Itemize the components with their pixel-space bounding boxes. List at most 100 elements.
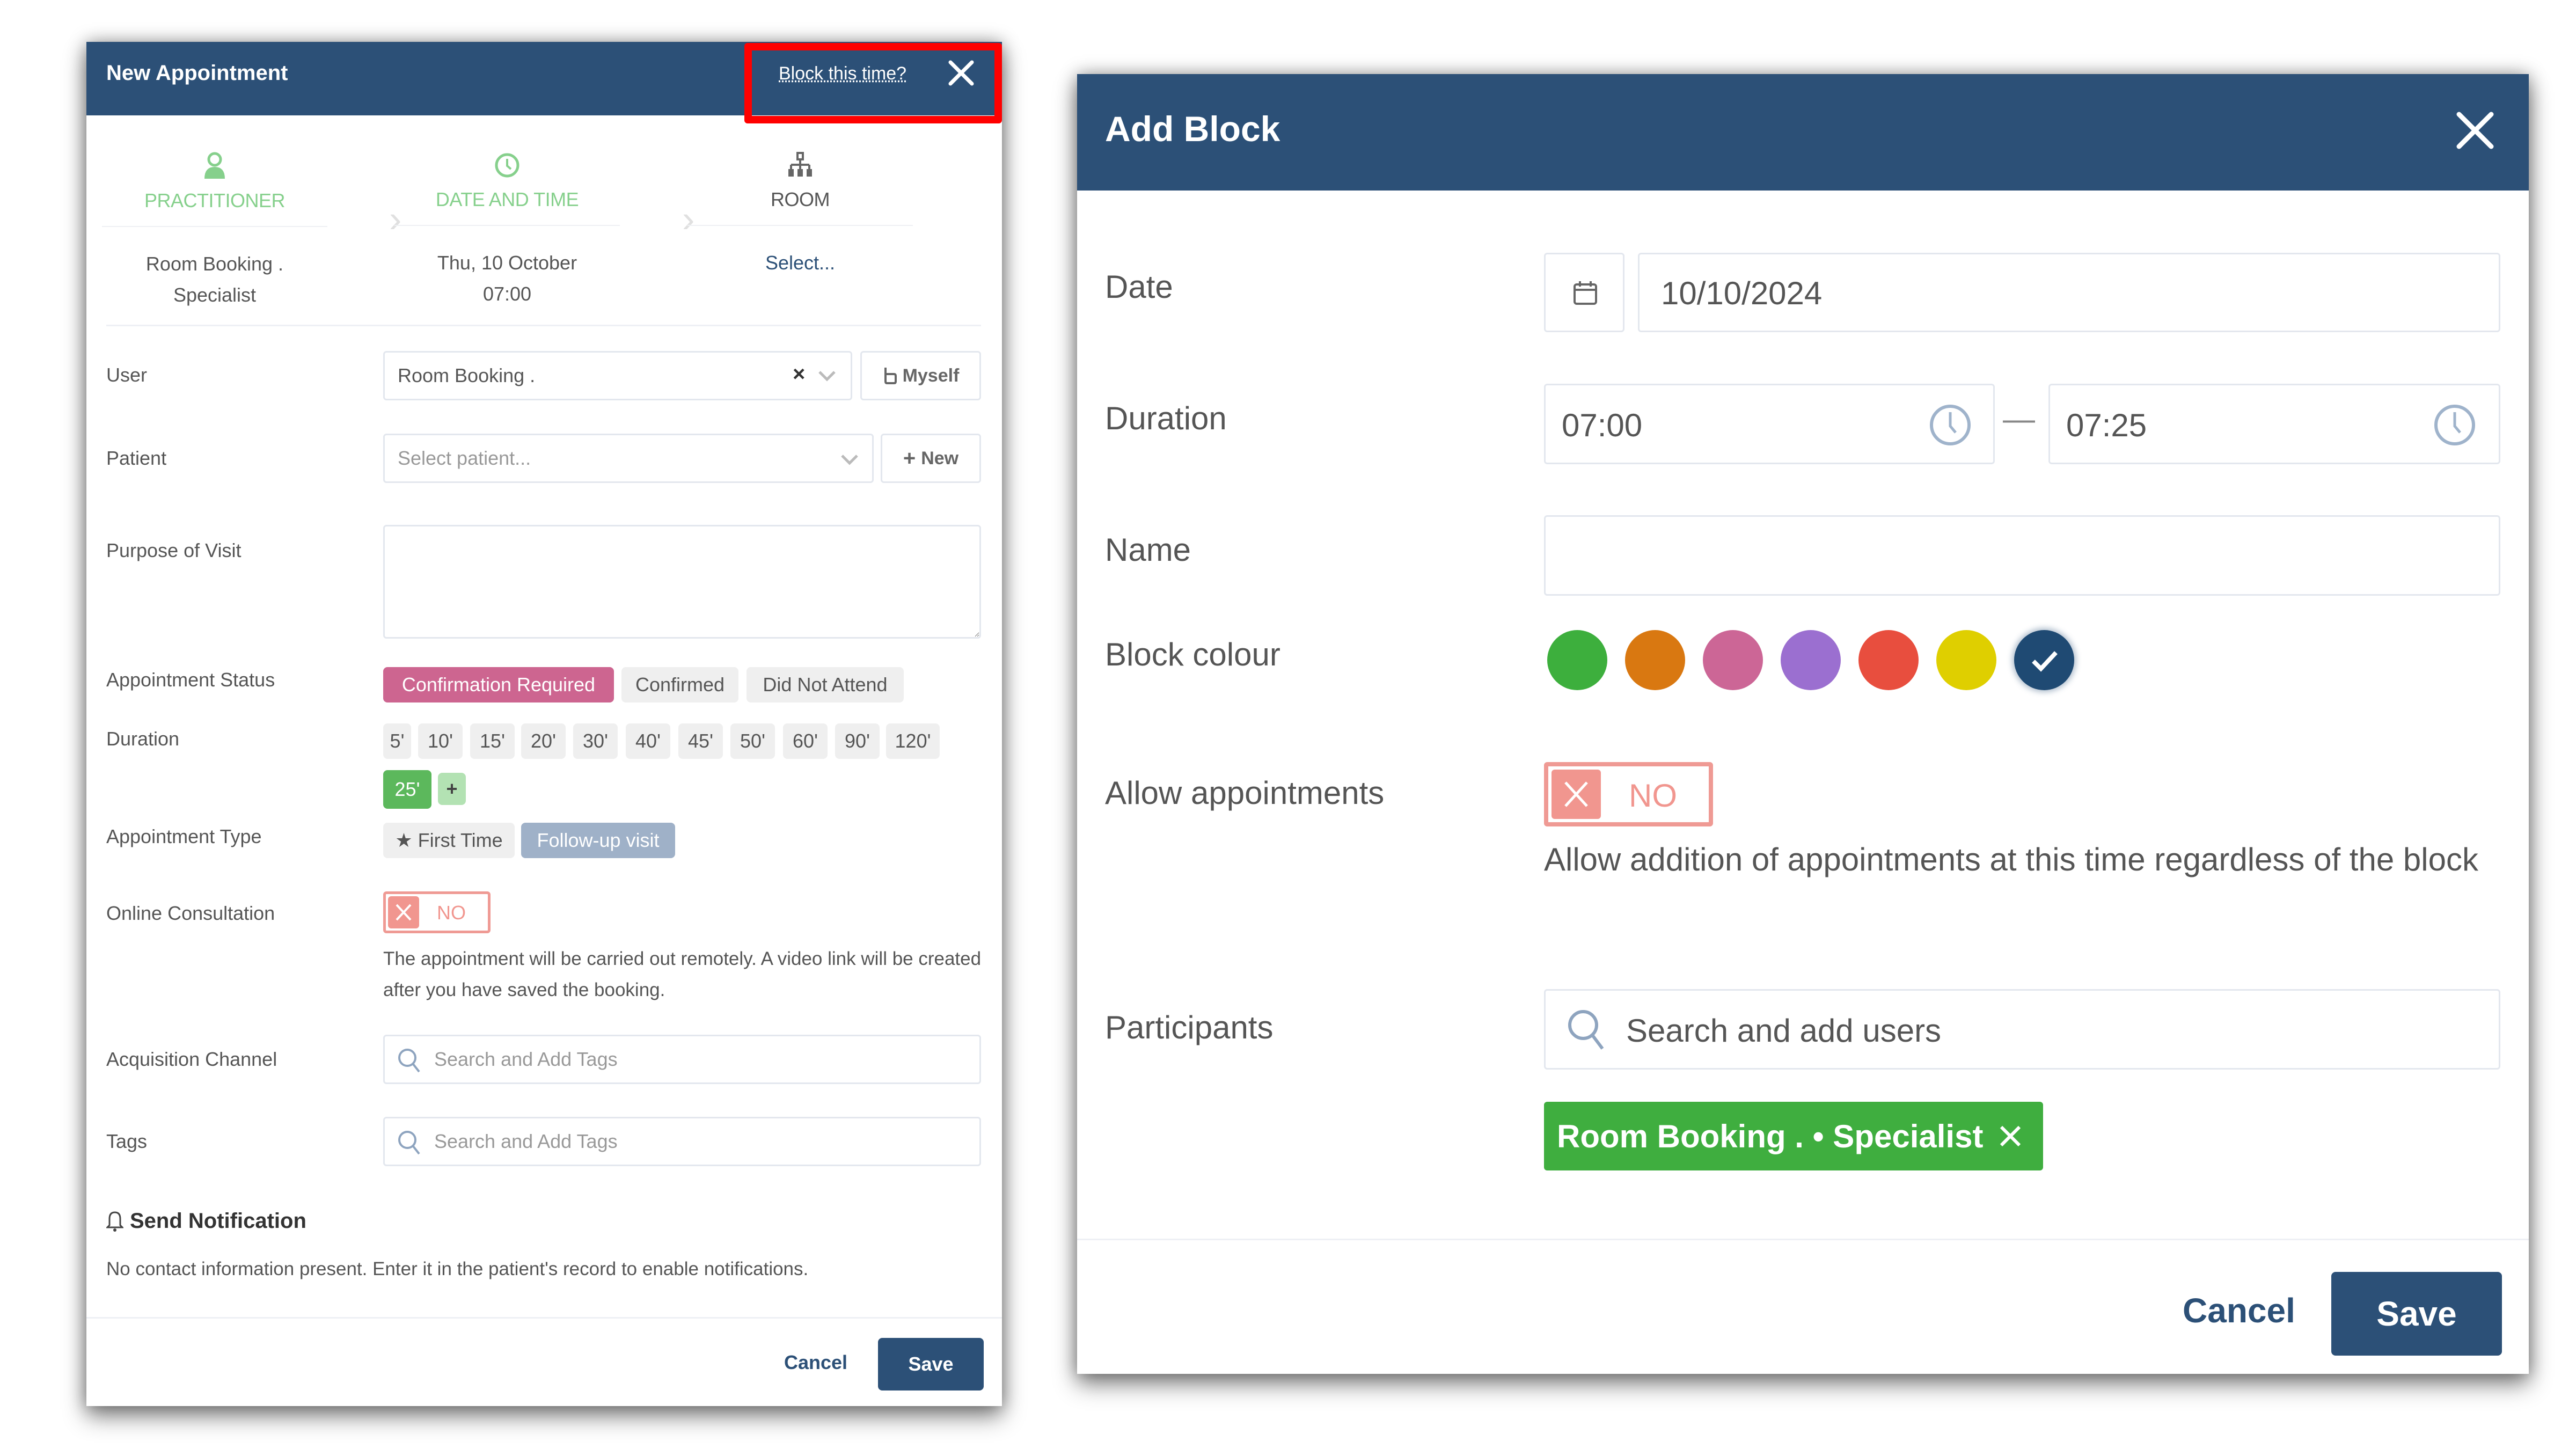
footer-divider (86, 1317, 1002, 1319)
myself-button-label: Myself (902, 365, 960, 386)
duration-option[interactable]: 30' (573, 723, 618, 759)
close-icon[interactable] (2451, 106, 2499, 155)
tags-input[interactable]: Search and Add Tags (383, 1117, 981, 1166)
new-appointment-modal: New Appointment Block this time? PRACTIT… (86, 42, 1002, 1406)
modal-title: New Appointment (106, 61, 288, 85)
step-date-time[interactable]: DATE AND TIME Thu, 10 October 07:00 (384, 152, 631, 310)
duration-option[interactable]: 50' (730, 723, 775, 759)
toggle-knob (1552, 770, 1601, 819)
colour-swatch[interactable] (1858, 630, 1919, 690)
remove-icon[interactable] (1996, 1122, 2025, 1151)
status-label: Appointment Status (106, 669, 275, 691)
duration-label: Duration (106, 728, 180, 750)
x-icon (1564, 781, 1588, 807)
new-patient-button[interactable]: + New (881, 434, 981, 483)
status-confirmation-required[interactable]: Confirmation Required (383, 667, 614, 702)
step-value: Thu, 10 October 07:00 (384, 247, 631, 310)
colour-swatch[interactable] (1936, 630, 1996, 690)
duration-custom-selected[interactable]: 25' (383, 770, 431, 809)
step-divider (394, 225, 620, 226)
clock-icon[interactable] (1928, 402, 1973, 448)
duration-option[interactable]: 60' (783, 723, 828, 759)
duration-option[interactable]: 120' (886, 723, 940, 759)
participants-placeholder: Search and add users (1626, 1013, 1942, 1049)
colour-swatch[interactable] (2014, 630, 2074, 690)
cancel-button[interactable]: Cancel (784, 1351, 847, 1374)
block-this-time-link[interactable]: Block this time? (779, 63, 906, 84)
duration-option[interactable]: 10' (418, 723, 463, 759)
toggle-text: NO (437, 902, 466, 924)
search-icon (398, 1049, 420, 1073)
calendar-button[interactable] (1544, 253, 1624, 332)
modal-title: Add Block (1105, 109, 1280, 149)
date-value: 10/10/2024 (1661, 275, 1823, 311)
cancel-button[interactable]: Cancel (2183, 1291, 2295, 1330)
add-duration-button[interactable]: + (438, 773, 466, 805)
end-time-input[interactable]: 07:25 (2048, 384, 2500, 464)
colour-swatch[interactable] (1781, 630, 1841, 690)
name-label: Name (1105, 532, 1191, 568)
search-icon (1568, 1010, 1604, 1050)
time-range-separator: — (2003, 401, 2035, 437)
duration-option[interactable]: 90' (835, 723, 880, 759)
allow-appointments-help: Allow addition of appointments at this t… (1544, 841, 2478, 877)
step-label: DATE AND TIME (435, 188, 579, 210)
save-button[interactable]: Save (2331, 1272, 2502, 1356)
room-select-link[interactable]: Select... (677, 247, 924, 279)
participants-search-input[interactable]: Search and add users (1544, 989, 2500, 1070)
start-time-value: 07:00 (1562, 407, 1643, 443)
hand-pointer-icon (884, 368, 897, 384)
allow-appointments-toggle[interactable]: NO (1544, 762, 1713, 826)
step-practitioner[interactable]: PRACTITIONER Room Booking . Specialist (91, 152, 338, 311)
status-did-not-attend[interactable]: Did Not Attend (747, 667, 904, 702)
chevron-down-icon[interactable] (817, 369, 837, 383)
participants-label: Participants (1105, 1009, 1274, 1045)
colour-swatch[interactable] (1547, 630, 1607, 690)
user-select[interactable]: Room Booking . × (383, 351, 852, 400)
start-time-input[interactable]: 07:00 (1544, 384, 1995, 464)
step-room[interactable]: ROOM Select... (677, 152, 924, 279)
step-value: Room Booking . Specialist (91, 248, 338, 311)
duration-option[interactable]: 45' (678, 723, 723, 759)
notification-info: No contact information present. Enter it… (106, 1258, 809, 1279)
colour-swatch[interactable] (1703, 630, 1763, 690)
send-notification-title: Send Notification (130, 1209, 306, 1233)
add-block-modal: Add Block Date 10/10/2024 Duration 07:00… (1077, 74, 2529, 1374)
modal-header (1077, 74, 2529, 191)
acquisition-channel-placeholder: Search and Add Tags (434, 1048, 618, 1070)
online-consultation-help: The appointment will be carried out remo… (383, 948, 982, 1000)
date-input[interactable]: 10/10/2024 (1638, 253, 2500, 332)
step-label: PRACTITIONER (144, 189, 286, 211)
clock-icon (495, 153, 519, 178)
step-value-line: Thu, 10 October (437, 252, 577, 274)
duration-option[interactable]: 5' (383, 723, 411, 759)
status-confirmed[interactable]: Confirmed (621, 667, 738, 702)
sitemap-icon (788, 152, 812, 177)
myself-button[interactable]: Myself (860, 351, 981, 400)
duration-option[interactable]: 40' (626, 723, 670, 759)
clock-icon[interactable] (2432, 402, 2477, 448)
tags-label: Tags (106, 1130, 148, 1152)
type-follow-up-visit[interactable]: Follow-up visit (521, 823, 675, 858)
divider (106, 325, 981, 326)
duration-option[interactable]: 20' (521, 723, 566, 759)
save-button[interactable]: Save (878, 1338, 984, 1391)
new-patient-button-label: New (921, 448, 959, 469)
purpose-textarea[interactable] (383, 525, 981, 639)
purpose-label: Purpose of Visit (106, 539, 241, 561)
name-input[interactable] (1544, 515, 2500, 596)
close-icon[interactable] (945, 57, 977, 89)
type-first-time[interactable]: ★ First Time (383, 823, 515, 858)
step-value-line: Specialist (173, 284, 257, 306)
duration-option[interactable]: 15' (470, 723, 515, 759)
step-divider (687, 225, 913, 226)
colour-swatch[interactable] (1625, 630, 1685, 690)
participant-chip: Room Booking . • Specialist (1544, 1102, 2043, 1170)
calendar-icon (1574, 281, 1597, 305)
patient-select[interactable]: Select patient... (383, 434, 874, 483)
online-consultation-toggle[interactable]: NO (383, 891, 491, 933)
clear-icon[interactable]: × (793, 362, 805, 386)
acquisition-channel-input[interactable]: Search and Add Tags (383, 1035, 981, 1084)
toggle-knob (388, 896, 419, 928)
chevron-down-icon[interactable] (840, 452, 859, 466)
